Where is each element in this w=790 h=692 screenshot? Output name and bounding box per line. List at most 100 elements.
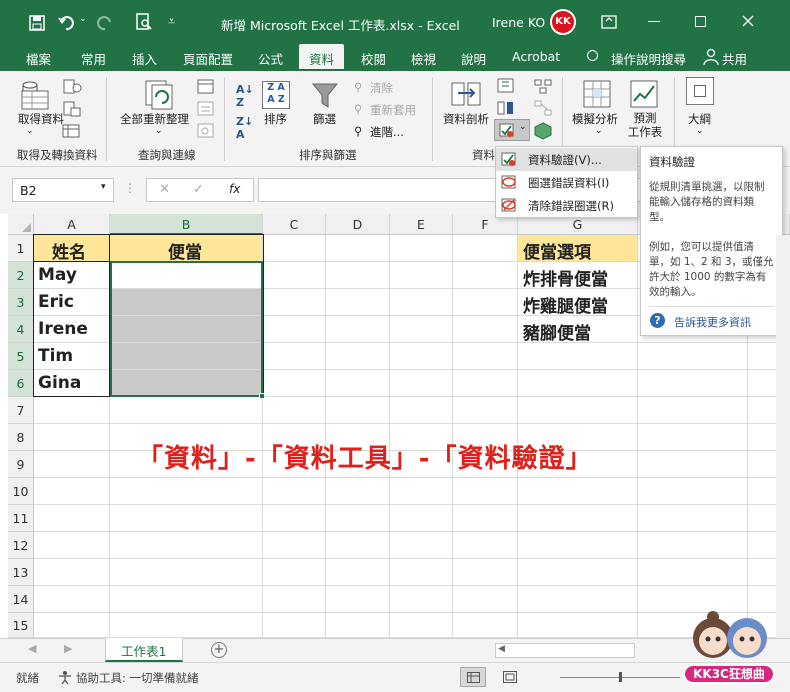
- what-if-dropdown-icon[interactable]: ⌄: [595, 126, 603, 136]
- row-header-6[interactable]: 6: [8, 370, 34, 397]
- column-header-b[interactable]: B: [110, 214, 263, 235]
- row-header-12[interactable]: 12: [8, 532, 34, 559]
- row-header-3[interactable]: 3: [8, 289, 34, 316]
- normal-view-button[interactable]: [460, 667, 486, 687]
- tell-me-search[interactable]: 操作說明搜尋: [611, 49, 686, 68]
- tab-data[interactable]: 資料: [299, 44, 345, 71]
- cell-a3[interactable]: Eric: [38, 292, 74, 312]
- column-header-c[interactable]: C: [263, 214, 326, 235]
- filter-button[interactable]: 篩選: [313, 111, 336, 127]
- properties-icon[interactable]: [197, 101, 215, 117]
- vertical-scrollbar[interactable]: [776, 235, 790, 638]
- row-header-8[interactable]: 8: [8, 424, 34, 451]
- undo-dropdown-icon[interactable]: ⌄: [79, 14, 87, 24]
- minimize-icon[interactable]: [648, 21, 660, 22]
- prev-sheet-icon[interactable]: ◀: [28, 642, 36, 655]
- undo-icon[interactable]: [57, 14, 75, 32]
- get-data-dropdown-icon[interactable]: ⌄: [26, 126, 34, 136]
- column-header-a[interactable]: A: [34, 214, 110, 235]
- reapply-button[interactable]: 重新套用: [370, 102, 416, 118]
- redo-icon[interactable]: [96, 14, 114, 32]
- row-header-2[interactable]: 2: [8, 262, 34, 289]
- sort-desc-icon[interactable]: Z↓ A: [236, 115, 253, 141]
- cell-b1[interactable]: 便當: [168, 238, 202, 263]
- row-header-13[interactable]: 13: [8, 559, 34, 586]
- column-header-e[interactable]: E: [390, 214, 453, 235]
- tab-home[interactable]: 常用: [81, 49, 106, 68]
- cancel-icon[interactable]: ✕: [159, 182, 170, 197]
- sort-button[interactable]: 排序: [264, 111, 287, 127]
- cell-a5[interactable]: Tim: [38, 346, 73, 366]
- refresh-dropdown-icon[interactable]: ⌄: [155, 126, 163, 136]
- cell-a6[interactable]: Gina: [38, 373, 81, 393]
- data-validation-dropdown-icon[interactable]: ⌄: [519, 122, 527, 132]
- row-header-5[interactable]: 5: [8, 343, 34, 370]
- share-button[interactable]: 共用: [722, 49, 747, 68]
- tab-file[interactable]: 檔案: [26, 49, 51, 68]
- from-text-icon[interactable]: [62, 79, 82, 95]
- accessibility-status[interactable]: 協助工具: 一切準備就緒: [76, 670, 199, 686]
- user-name[interactable]: Irene KO: [492, 15, 545, 30]
- menu-item-circle-invalid[interactable]: 圈選錯誤資料(I): [496, 171, 637, 194]
- relationships-icon[interactable]: [534, 100, 552, 116]
- row-header-14[interactable]: 14: [8, 586, 34, 613]
- tab-acrobat[interactable]: Acrobat: [512, 49, 560, 64]
- ribbon-display-options-icon[interactable]: [601, 15, 617, 29]
- cell-g2[interactable]: 炸排骨便當: [523, 265, 608, 290]
- cell-a4[interactable]: Irene: [38, 319, 88, 339]
- cell-g1[interactable]: 便當選項: [523, 238, 591, 263]
- advanced-button[interactable]: 進階...: [370, 124, 404, 140]
- menu-item-clear-circles[interactable]: 清除錯誤圈選(R): [496, 194, 637, 217]
- refresh-all-button[interactable]: 全部重新整理: [120, 111, 189, 127]
- tab-review[interactable]: 校閱: [361, 49, 386, 68]
- what-if-analysis-button[interactable]: 模擬分析: [572, 111, 618, 127]
- page-layout-view-icon[interactable]: [503, 671, 517, 683]
- scroll-left-icon[interactable]: ◀: [498, 644, 505, 654]
- formula-bar-handle[interactable]: ⋮: [124, 181, 136, 195]
- cell-g4[interactable]: 豬腳便當: [523, 319, 591, 344]
- row-header-9[interactable]: 9: [8, 451, 34, 478]
- enter-icon[interactable]: ✓: [193, 182, 204, 197]
- learn-more-link[interactable]: 告訴我更多資訊: [674, 314, 751, 330]
- row-header-10[interactable]: 10: [8, 478, 34, 505]
- consolidate-icon[interactable]: [534, 78, 552, 94]
- text-to-columns-button[interactable]: 資料剖析: [443, 111, 489, 127]
- flash-fill-icon[interactable]: [497, 78, 515, 94]
- horizontal-scrollbar[interactable]: ◀: [495, 643, 635, 658]
- select-all-corner[interactable]: [8, 214, 34, 235]
- clear-button[interactable]: 清除: [370, 80, 393, 96]
- new-sheet-icon[interactable]: +: [211, 642, 227, 658]
- print-preview-icon[interactable]: [135, 13, 153, 31]
- from-table-icon[interactable]: [62, 123, 82, 139]
- insert-function-icon[interactable]: fx: [229, 182, 240, 196]
- remove-duplicates-icon[interactable]: [497, 100, 515, 116]
- column-header-d[interactable]: D: [326, 214, 390, 235]
- outline-dropdown-icon[interactable]: ⌄: [696, 126, 704, 136]
- row-header-7[interactable]: 7: [8, 397, 34, 424]
- queries-connections-icon[interactable]: [197, 79, 215, 95]
- row-header-1[interactable]: 1: [8, 235, 34, 262]
- zoom-slider-thumb[interactable]: [619, 672, 622, 682]
- customize-qat-icon[interactable]: ⩡: [168, 13, 175, 29]
- name-box-dropdown-icon[interactable]: ▾: [101, 182, 106, 192]
- edit-links-icon[interactable]: [197, 123, 215, 139]
- name-box[interactable]: B2 ▾: [12, 178, 114, 202]
- menu-item-data-validation[interactable]: 資料驗證(V)...: [496, 148, 637, 171]
- cell-a2[interactable]: May: [38, 265, 77, 285]
- tab-help[interactable]: 說明: [461, 49, 486, 68]
- data-model-icon[interactable]: [534, 122, 552, 140]
- next-sheet-icon[interactable]: ▶: [64, 642, 72, 655]
- row-header-11[interactable]: 11: [8, 505, 34, 532]
- fill-handle[interactable]: [259, 393, 265, 399]
- row-header-4[interactable]: 4: [8, 316, 34, 343]
- cell-g3[interactable]: 炸雞腿便當: [523, 292, 608, 317]
- maximize-icon[interactable]: [695, 16, 706, 27]
- sheet-tab-1[interactable]: 工作表1: [105, 638, 183, 662]
- save-icon[interactable]: [29, 15, 45, 31]
- tab-page-layout[interactable]: 頁面配置: [183, 49, 233, 68]
- tab-insert[interactable]: 插入: [132, 49, 157, 68]
- avatar[interactable]: KK: [550, 9, 576, 35]
- get-data-button[interactable]: 取得資料: [18, 111, 64, 127]
- tab-view[interactable]: 檢視: [411, 49, 436, 68]
- from-web-icon[interactable]: [62, 101, 82, 117]
